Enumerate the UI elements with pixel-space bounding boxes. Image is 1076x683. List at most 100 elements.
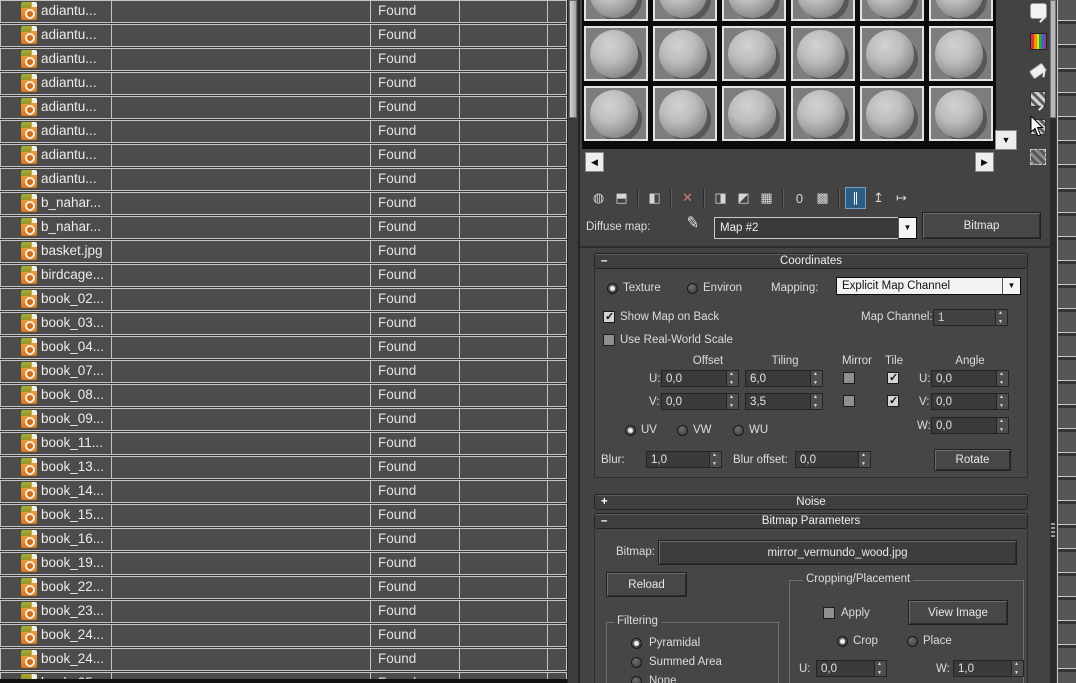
extra-cell-2[interactable] <box>547 576 567 599</box>
file-path-cell[interactable] <box>111 456 371 479</box>
dialog-vertical-scrollbar[interactable] <box>567 0 578 683</box>
extra-cell[interactable] <box>459 144 548 167</box>
extra-cell-2[interactable] <box>547 528 567 551</box>
noise-rollout-header[interactable]: + Noise <box>594 494 1028 510</box>
extra-cell-2[interactable] <box>547 552 567 575</box>
filtering-pyramidal-radio[interactable] <box>631 638 642 649</box>
extra-cell[interactable] <box>459 624 548 647</box>
extra-cell[interactable] <box>459 240 548 263</box>
extra-cell[interactable] <box>459 168 548 191</box>
extra-cell[interactable] <box>459 48 548 71</box>
angle-u-spinner[interactable] <box>996 370 1009 387</box>
file-path-cell[interactable] <box>111 288 371 311</box>
tiling-u-field[interactable]: 6,0 <box>745 370 810 387</box>
table-row[interactable]: book_15... Found <box>0 504 567 527</box>
file-path-cell[interactable] <box>111 408 371 431</box>
eyedropper-icon[interactable]: ✎ <box>685 212 701 234</box>
table-row[interactable]: adiantu... Found <box>0 168 567 191</box>
table-row[interactable]: book_02... Found <box>0 288 567 311</box>
file-path-cell[interactable] <box>111 144 371 167</box>
table-row[interactable]: adiantu... Found <box>0 96 567 119</box>
put-material-to-scene-icon[interactable]: ⬒ <box>611 187 632 209</box>
extra-cell-2[interactable] <box>547 504 567 527</box>
make-unique-icon[interactable]: ◩ <box>733 187 754 209</box>
extra-cell[interactable] <box>459 288 548 311</box>
extra-cell-2[interactable] <box>547 264 567 287</box>
sample-type-icon[interactable] <box>1027 0 1049 22</box>
sample-slot[interactable] <box>653 26 717 81</box>
file-path-cell[interactable] <box>111 48 371 71</box>
extra-cell[interactable] <box>459 648 548 671</box>
extra-cell[interactable] <box>459 72 548 95</box>
offset-u-field[interactable]: 0,0 <box>661 370 726 387</box>
sample-slot[interactable] <box>929 26 993 81</box>
make-material-copy-icon[interactable]: ◨ <box>710 187 731 209</box>
map-channel-spinner[interactable] <box>995 309 1008 326</box>
table-row[interactable]: book_07... Found <box>0 360 567 383</box>
offset-v-field[interactable]: 0,0 <box>661 393 726 410</box>
extra-cell[interactable] <box>459 312 548 335</box>
extra-cell-2[interactable] <box>547 408 567 431</box>
file-path-cell[interactable] <box>111 168 371 191</box>
select-by-material-icon[interactable] <box>1027 146 1049 168</box>
vw-radio[interactable] <box>677 425 688 436</box>
go-forward-sibling-icon[interactable]: ↦ <box>891 187 912 209</box>
sample-slot[interactable] <box>722 26 786 81</box>
map-name-dropdown[interactable]: Map #2 ▼ <box>714 217 917 239</box>
file-path-cell[interactable] <box>111 24 371 47</box>
file-path-cell[interactable] <box>111 0 371 23</box>
crop-radio[interactable] <box>837 636 848 647</box>
angle-w-field[interactable]: 0,0 <box>931 417 996 434</box>
sample-slot[interactable] <box>584 26 648 81</box>
file-path-cell[interactable] <box>111 648 371 671</box>
sample-slot[interactable] <box>929 0 993 21</box>
background-icon[interactable] <box>1027 30 1049 52</box>
blur-spinner[interactable] <box>709 451 722 468</box>
dialog-scrollbar-thumb[interactable] <box>569 0 577 118</box>
extra-cell[interactable] <box>459 216 548 239</box>
extra-cell-2[interactable] <box>547 216 567 239</box>
table-row[interactable]: book_03... Found <box>0 312 567 335</box>
extra-cell[interactable] <box>459 480 548 503</box>
file-path-cell[interactable] <box>111 96 371 119</box>
file-path-cell[interactable] <box>111 624 371 647</box>
extra-cell[interactable] <box>459 192 548 215</box>
extra-cell[interactable] <box>459 504 548 527</box>
file-path-cell[interactable] <box>111 504 371 527</box>
show-map-on-back-checkbox[interactable] <box>603 310 615 323</box>
extra-cell[interactable] <box>459 264 548 287</box>
extra-cell[interactable] <box>459 96 548 119</box>
angle-v-spinner[interactable] <box>996 393 1009 410</box>
sample-slot[interactable] <box>653 86 717 141</box>
sample-slot[interactable] <box>791 0 855 21</box>
tiling-u-spinner[interactable] <box>810 370 823 387</box>
blur-field[interactable]: 1,0 <box>646 451 709 468</box>
extra-cell-2[interactable] <box>547 648 567 671</box>
collapse-icon[interactable]: – <box>601 514 607 528</box>
reset-map-icon[interactable]: ✕ <box>677 187 698 209</box>
show-end-result-icon[interactable]: ∥ <box>845 187 866 209</box>
extra-cell[interactable] <box>459 0 548 23</box>
dropdown-arrow-icon[interactable]: ▼ <box>898 217 917 239</box>
extra-cell-2[interactable] <box>547 24 567 47</box>
file-path-cell[interactable] <box>111 240 371 263</box>
rotate-button[interactable]: Rotate <box>934 449 1011 471</box>
extra-cell-2[interactable] <box>547 0 567 23</box>
extra-cell[interactable] <box>459 576 548 599</box>
extra-cell[interactable] <box>459 24 548 47</box>
expand-icon[interactable]: + <box>601 495 608 509</box>
table-row[interactable]: birdcage... Found <box>0 264 567 287</box>
material-editor-scrollbar-thumb[interactable] <box>1050 0 1056 118</box>
crop-u-field[interactable]: 0,0 <box>816 660 874 677</box>
file-path-cell[interactable] <box>111 384 371 407</box>
tiling-v-spinner[interactable] <box>810 393 823 410</box>
blur-offset-spinner[interactable] <box>858 451 871 468</box>
file-path-cell[interactable] <box>111 216 371 239</box>
sample-slot[interactable] <box>722 86 786 141</box>
texture-radio[interactable] <box>607 283 618 294</box>
get-material-icon[interactable]: ◍ <box>588 187 609 209</box>
slot-scroll-left-button[interactable]: ◀ <box>585 152 604 172</box>
extra-cell-2[interactable] <box>547 96 567 119</box>
map-type-button[interactable]: Bitmap <box>922 212 1041 239</box>
make-preview-icon[interactable] <box>1027 88 1049 110</box>
